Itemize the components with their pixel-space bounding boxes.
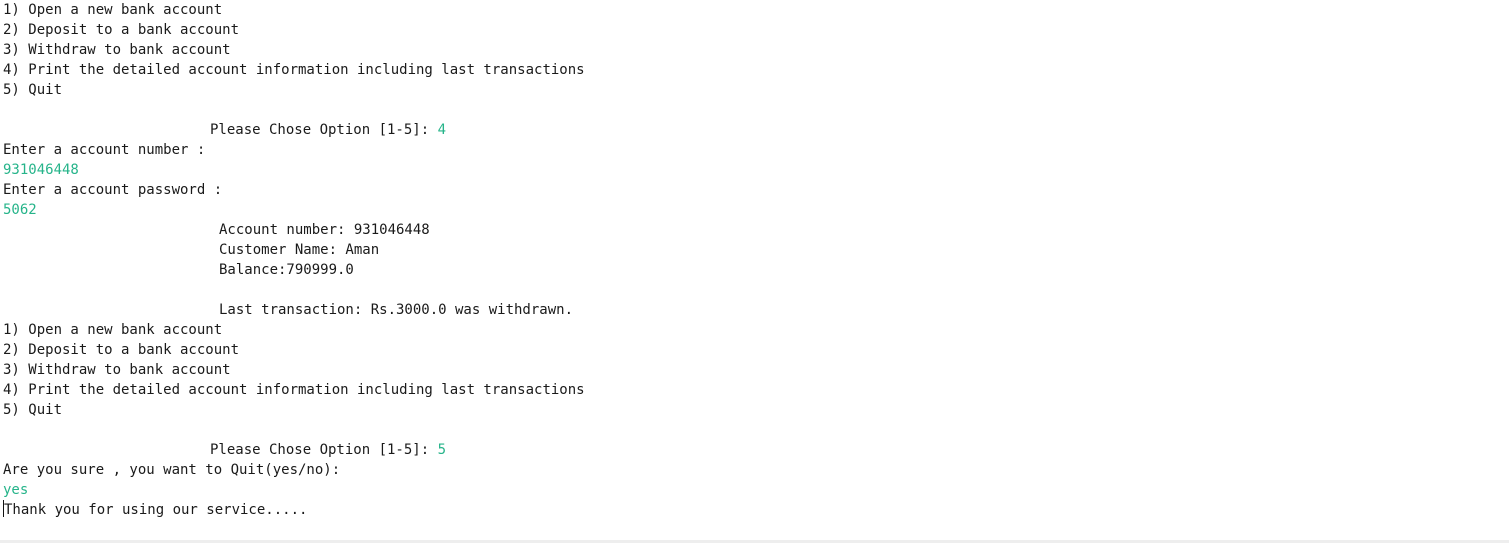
- menu-item-quit: 5) Quit: [3, 82, 63, 98]
- menu-item-quit: 5) Quit: [3, 402, 63, 418]
- account-number-input: 931046448: [3, 162, 79, 178]
- menu-item-withdraw: 3) Withdraw to bank account: [3, 362, 231, 378]
- account-password-prompt: Enter a account password :: [3, 182, 223, 198]
- menu-item-deposit: 2) Deposit to a bank account: [3, 342, 240, 358]
- account-number-prompt: Enter a account number :: [3, 142, 206, 158]
- menu-item-print-details: 4) Print the detailed account informatio…: [3, 382, 585, 398]
- detail-balance: Balance:790999.0: [219, 262, 354, 278]
- menu-item-withdraw: 3) Withdraw to bank account: [3, 42, 231, 58]
- detail-account-number: Account number: 931046448: [219, 222, 430, 238]
- menu-item-open-account: 1) Open a new bank account: [3, 322, 223, 338]
- menu-item-print-details: 4) Print the detailed account informatio…: [3, 62, 585, 78]
- menu-item-open-account: 1) Open a new bank account: [3, 2, 223, 18]
- option-input: 4: [437, 122, 447, 138]
- quit-confirm-prompt: Are you sure , you want to Quit(yes/no):: [3, 462, 341, 478]
- farewell-text: Thank you for using our service.....: [4, 502, 308, 518]
- option-prompt-line: Please Chose Option [1-5]: 5: [0, 440, 1509, 460]
- farewell-line: Thank you for using our service.....: [0, 500, 1509, 520]
- option-input: 5: [437, 442, 447, 458]
- account-password-input: 5062: [3, 202, 37, 218]
- menu-item-deposit: 2) Deposit to a bank account: [3, 22, 240, 38]
- detail-customer-name: Customer Name: Aman: [219, 242, 380, 258]
- option-prompt-line: Please Chose Option [1-5]: 4: [0, 120, 1509, 140]
- option-prompt-label: Please Chose Option [1-5]:: [210, 442, 438, 458]
- option-prompt-label: Please Chose Option [1-5]:: [210, 122, 438, 138]
- detail-last-transaction: Last transaction: Rs.3000.0 was withdraw…: [219, 302, 574, 318]
- quit-confirm-input: yes: [3, 482, 29, 498]
- console-output[interactable]: 1) Open a new bank account 2) Deposit to…: [0, 0, 1509, 540]
